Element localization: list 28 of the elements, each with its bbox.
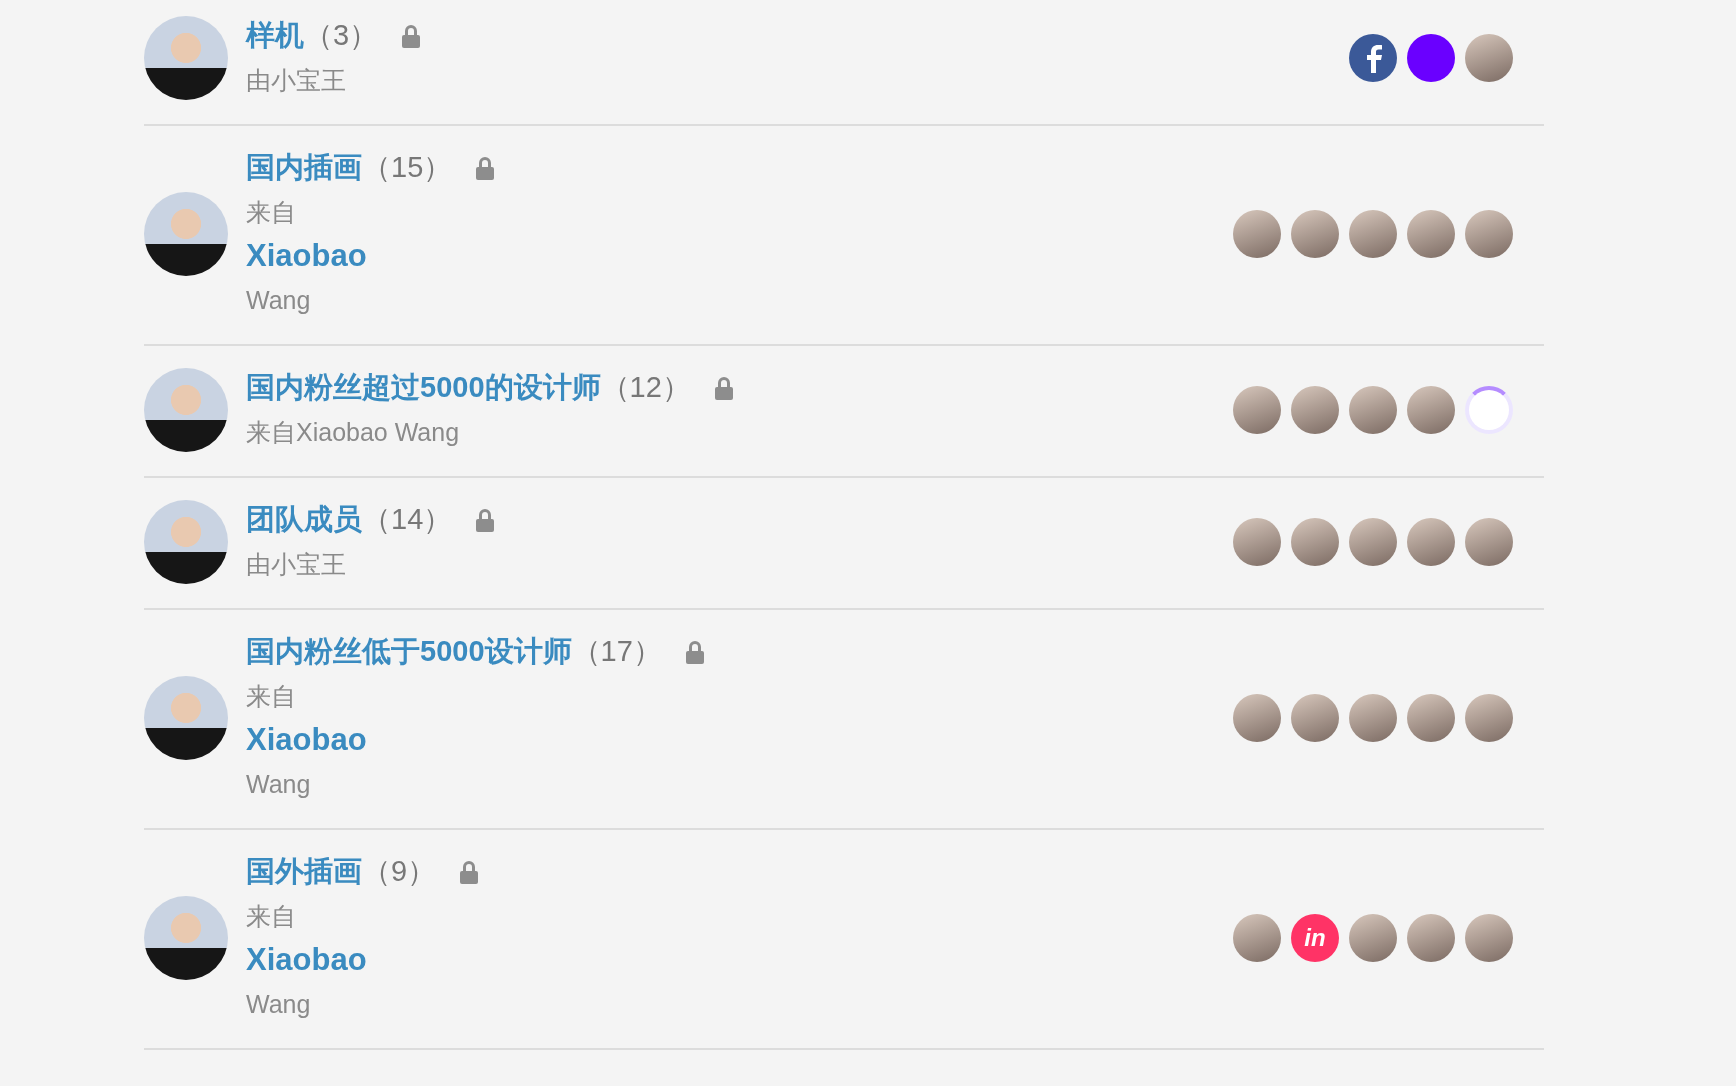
byline: 由小宝王	[246, 549, 347, 580]
group-title[interactable]: 国外插画	[246, 852, 362, 892]
byline: 来自Xiaobao Wang	[246, 417, 461, 448]
owner-link[interactable]: Xiaobao	[246, 718, 367, 762]
member-count: （15）	[362, 150, 453, 185]
member-count: （17）	[571, 634, 662, 669]
avatar-circle[interactable]	[1407, 34, 1455, 82]
group-title[interactable]: 团队成员	[246, 500, 362, 540]
member-count: （12）	[600, 370, 691, 405]
facebook-icon[interactable]	[1349, 34, 1397, 82]
avatar-logo[interactable]: in	[1291, 914, 1339, 962]
owner-link[interactable]: Xiaobao	[246, 938, 367, 982]
byline-prefix: 来自	[246, 197, 296, 228]
avatar-ring[interactable]	[1465, 386, 1513, 434]
member-count: （14）	[362, 502, 453, 537]
owner-surname: Wang	[246, 989, 311, 1020]
owner-surname: Wang	[246, 285, 311, 316]
owner-link[interactable]: Xiaobao	[246, 234, 367, 278]
member-count: （9）	[362, 854, 437, 889]
member-count: （3）	[304, 18, 379, 53]
byline-prefix: 来自	[246, 901, 296, 932]
owner-surname: Wang	[246, 769, 311, 800]
group-title[interactable]: 国内粉丝超过5000的设计师	[246, 368, 601, 408]
group-title[interactable]: 国内插画	[246, 148, 362, 188]
group-title[interactable]: 国内粉丝低于5000设计师	[246, 632, 572, 672]
byline-prefix: 来自	[246, 681, 296, 712]
byline: 由小宝王	[246, 65, 347, 96]
group-title[interactable]: 样机	[246, 16, 304, 56]
